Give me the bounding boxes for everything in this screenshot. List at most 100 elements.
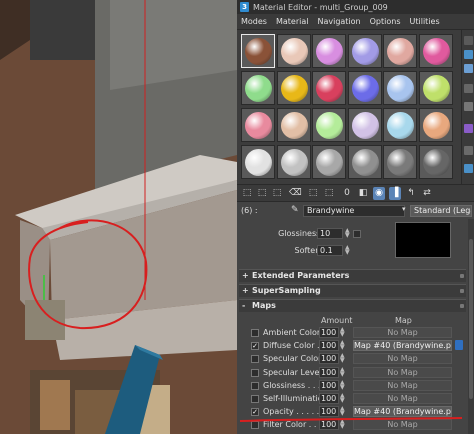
material-slot[interactable] xyxy=(241,108,275,142)
material-slot[interactable] xyxy=(418,34,453,68)
make-preview-icon[interactable] xyxy=(464,124,473,133)
material-slot[interactable] xyxy=(241,34,275,68)
chevron-down-icon[interactable]: ▾ xyxy=(402,205,406,213)
spinner-arrows-icon[interactable]: ▲ ▼ xyxy=(340,379,345,390)
video-color-check-icon[interactable] xyxy=(464,102,473,111)
material-slot[interactable] xyxy=(347,34,382,68)
map-amount-spinner[interactable]: 100 xyxy=(319,393,339,404)
map-slot-button[interactable]: No Map xyxy=(353,393,452,404)
rollout-maps[interactable]: - Maps xyxy=(239,299,466,312)
glossiness-map-button[interactable] xyxy=(353,230,361,238)
soften-spinner[interactable]: 0.1 xyxy=(317,245,343,256)
material-slot[interactable] xyxy=(241,71,275,105)
backlight-icon[interactable] xyxy=(464,50,473,59)
map-amount-spinner[interactable]: 100 xyxy=(319,340,339,352)
rollout-extended-parameters[interactable]: + Extended Parameters xyxy=(239,269,466,282)
map-amount-spinner[interactable]: 100 xyxy=(319,379,339,391)
glossiness-spinner[interactable]: 10 xyxy=(317,228,343,239)
map-enable-checkbox[interactable] xyxy=(251,421,259,430)
map-slot-button[interactable]: Map #40 (Brandywine.png) xyxy=(353,406,452,418)
material-slot[interactable] xyxy=(347,108,382,142)
material-slot[interactable] xyxy=(418,108,453,142)
map-amount-spinner[interactable]: 100 xyxy=(319,419,339,431)
spinner-arrows-icon[interactable]: ▲ ▼ xyxy=(340,419,345,430)
menu-options[interactable]: Options xyxy=(370,17,401,26)
map-slot-button[interactable]: No Map xyxy=(353,419,452,431)
map-slot-button[interactable]: No Map xyxy=(353,379,452,391)
scrollbar-thumb[interactable] xyxy=(469,239,473,399)
map-enable-checkbox[interactable] xyxy=(251,368,259,377)
map-amount-spinner[interactable]: 100 xyxy=(319,353,339,365)
menu-modes[interactable]: Modes xyxy=(241,17,267,26)
soften-spinner-arrows[interactable]: ▲ ▼ xyxy=(345,245,350,256)
show-shaded-icon[interactable]: ◉ xyxy=(373,187,385,200)
options-icon[interactable] xyxy=(464,146,473,155)
3d-viewport[interactable] xyxy=(0,0,237,434)
map-slot-button[interactable]: No Map xyxy=(353,327,452,338)
get-material-icon[interactable]: ⬚ xyxy=(241,187,253,200)
lock-icon[interactable] xyxy=(455,340,463,351)
material-slot[interactable] xyxy=(312,108,346,142)
go-to-parent-icon[interactable]: ↰ xyxy=(405,187,417,200)
material-slot[interactable] xyxy=(312,71,346,105)
grip-icon xyxy=(460,289,464,293)
menu-utilities[interactable]: Utilities xyxy=(410,17,440,26)
menu-material[interactable]: Material xyxy=(276,17,309,26)
material-slot[interactable] xyxy=(276,71,311,105)
material-sphere-preview xyxy=(422,75,450,102)
spinner-arrows-icon[interactable]: ▲ ▼ xyxy=(340,327,345,338)
menu-bar: Modes Material Navigation Options Utilit… xyxy=(237,14,474,30)
menu-navigation[interactable]: Navigation xyxy=(317,17,360,26)
material-slot[interactable] xyxy=(276,145,311,179)
rollout-supersampling[interactable]: + SuperSampling xyxy=(239,284,466,297)
assign-to-selection-icon[interactable]: ⬚ xyxy=(271,187,283,200)
spinner-arrows-icon[interactable]: ▲ ▼ xyxy=(340,340,345,351)
material-slot[interactable] xyxy=(383,145,417,179)
map-amount-spinner[interactable]: 100 xyxy=(319,327,339,338)
map-amount-spinner[interactable]: 100 xyxy=(319,406,339,418)
spinner-arrows-icon[interactable]: ▲ ▼ xyxy=(340,393,345,404)
params-scrollbar[interactable] xyxy=(468,219,474,434)
map-slot-button[interactable]: No Map xyxy=(353,353,452,365)
sample-uv-tiling-icon[interactable] xyxy=(464,84,473,93)
map-enable-checkbox[interactable] xyxy=(251,395,259,403)
glossiness-spinner-arrows[interactable]: ▲ ▼ xyxy=(345,228,350,239)
material-slot[interactable] xyxy=(383,34,417,68)
put-to-library-icon[interactable]: ⬚ xyxy=(323,187,335,200)
material-id-channel-icon[interactable]: 0 xyxy=(341,187,353,200)
eyedropper-icon[interactable]: ✎ xyxy=(291,205,301,217)
material-slot[interactable] xyxy=(347,71,382,105)
map-slot-button[interactable]: Map #40 (Brandywine.png) xyxy=(353,340,452,352)
spinner-arrows-icon[interactable]: ▲ ▼ xyxy=(340,406,345,417)
material-name-field[interactable]: Brandywine xyxy=(303,205,405,217)
material-slot[interactable] xyxy=(241,145,275,179)
map-slot-button[interactable]: No Map xyxy=(353,366,452,378)
map-enable-checkbox[interactable] xyxy=(251,329,259,337)
put-to-scene-icon[interactable]: ⬚ xyxy=(256,187,268,200)
material-slot[interactable] xyxy=(276,34,311,68)
map-enable-checkbox[interactable]: ✓ xyxy=(251,342,259,351)
reset-map-icon[interactable]: ⌫ xyxy=(289,187,302,200)
material-slot[interactable] xyxy=(347,145,382,179)
show-end-result-icon[interactable]: ▐ xyxy=(389,187,401,200)
material-slot[interactable] xyxy=(383,71,417,105)
map-enable-checkbox[interactable] xyxy=(251,381,259,390)
select-by-material-icon[interactable] xyxy=(464,164,473,173)
material-type-button[interactable]: Standard (Legacy) xyxy=(410,205,472,217)
make-unique-icon[interactable]: ⬚ xyxy=(307,187,319,200)
material-slot[interactable] xyxy=(418,71,453,105)
map-enable-checkbox[interactable] xyxy=(251,355,259,364)
spinner-arrows-icon[interactable]: ▲ ▼ xyxy=(340,366,345,377)
map-amount-spinner[interactable]: 100 xyxy=(319,366,339,378)
sample-type-icon[interactable] xyxy=(464,36,473,45)
map-enable-checkbox[interactable]: ✓ xyxy=(251,408,259,417)
background-icon[interactable] xyxy=(464,64,473,73)
show-map-icon[interactable]: ◧ xyxy=(357,187,369,200)
spinner-arrows-icon[interactable]: ▲ ▼ xyxy=(340,353,345,364)
material-slot[interactable] xyxy=(312,145,346,179)
material-slot[interactable] xyxy=(383,108,417,142)
material-slot[interactable] xyxy=(276,108,311,142)
go-forward-sibling-icon[interactable]: ⇄ xyxy=(421,187,433,200)
material-slot[interactable] xyxy=(312,34,346,68)
material-slot[interactable] xyxy=(418,145,453,179)
